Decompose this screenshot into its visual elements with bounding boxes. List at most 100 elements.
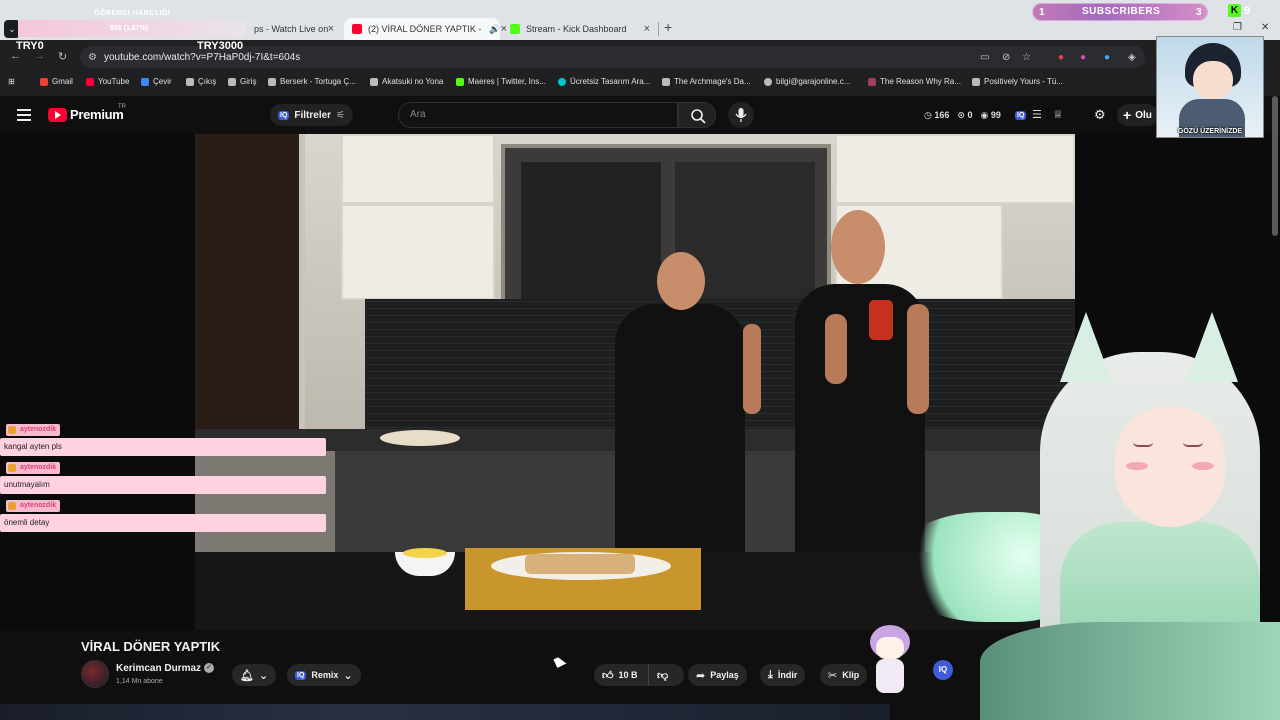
search-placeholder: Ara [410, 109, 426, 120]
bookmark-maeres[interactable]: Maeres | Twitter, Ins... [456, 77, 546, 86]
video-title: VİRAL DÖNER YAPTIK [81, 639, 221, 654]
doner-bread [525, 554, 635, 574]
eye-off-stat: ⊙ 0 [957, 110, 973, 120]
clip-button[interactable]: ✂ Klip [820, 664, 868, 686]
cam-caption: GÖZÜ ÜZERİNİZDE [1177, 128, 1243, 135]
channel-name[interactable]: Kerimcan Durmaz [116, 663, 201, 674]
restore-window-icon[interactable]: ❐ [1233, 22, 1242, 33]
region-code: TR [118, 104, 126, 110]
remix-button[interactable]: IQ Remix ⌄ [287, 664, 361, 686]
share-button[interactable]: ➦ Paylaş [688, 664, 747, 686]
bookmark-cevir[interactable]: Çevir [141, 77, 172, 86]
extension-stats: ◷ 166 ⊙ 0 ◉ 99 [924, 110, 1001, 121]
chat-username: aytenozdik [6, 462, 61, 474]
page-icon [268, 77, 276, 86]
extension-icon[interactable]: ● [1058, 52, 1064, 63]
person-right-arm [825, 314, 847, 384]
bookmark-cikis[interactable]: Çıkış [186, 77, 216, 86]
kick-follower-badge: K 9 [1228, 2, 1250, 19]
list-icon[interactable]: ☰ [1032, 108, 1042, 121]
like-button[interactable]: 👍︎ 10 B [594, 664, 648, 686]
extension-icon[interactable]: ◈ [1128, 52, 1136, 63]
like-count: 10 B [618, 670, 638, 680]
page-scrollbar[interactable] [1272, 96, 1278, 236]
bookmark-giris[interactable]: Giriş [228, 77, 256, 86]
kick-count: 9 [1244, 4, 1251, 17]
tab-youtube-video[interactable]: (2) VİRAL DÖNER YAPTIK - 🔊 × [344, 18, 507, 40]
clock-stat: ◷ 166 [924, 110, 950, 120]
site-info-icon[interactable]: ⚙ [88, 52, 97, 63]
sliders-icon: ⚟ [336, 109, 346, 121]
iq-badge: IQ [278, 110, 290, 120]
bookmark-star-icon[interactable]: ☆ [1022, 52, 1031, 63]
reload-icon[interactable]: ↻ [58, 50, 67, 63]
bookmark-archmage[interactable]: The Archmage's Da... [662, 77, 751, 86]
subscribers-end: 3 [1196, 7, 1202, 18]
notifications-button[interactable]: 🔔︎ ⌄ [232, 664, 277, 686]
iq-extension-icon[interactable]: IQ [1015, 111, 1027, 120]
overlay-currency-left: TRY0 [16, 40, 44, 52]
tab-close-icon[interactable]: × [644, 23, 650, 35]
bookmark-bilgi[interactable]: bilgi@garajonline.c... [764, 77, 850, 86]
gmail-icon [40, 77, 48, 86]
apps-icon[interactable]: ⊞ [8, 77, 15, 86]
stream-chat-overlay: aytenozdik kangal ayten pls aytenozdik u… [0, 422, 330, 536]
share-arrow-icon: ➦ [696, 669, 706, 682]
bookmark-akatsuki[interactable]: Akatsuki no Yona [370, 77, 443, 86]
bookmark-berserk[interactable]: Berserk - Tortuga Ç... [268, 77, 356, 86]
tab-close-icon[interactable]: × [328, 23, 334, 35]
scissors-icon: ✂ [828, 669, 838, 682]
bookmark-gmail[interactable]: Gmail [40, 77, 73, 86]
person-left-arm [743, 324, 761, 414]
tab-kick-live[interactable]: ps - Watch Live on K × [246, 18, 342, 40]
subscribers-label: SUBSCRIBERS [1082, 6, 1161, 17]
lightbulb-icon[interactable]: ♕ [1053, 108, 1063, 121]
plus-icon: + [1123, 107, 1132, 123]
chat-message: aytenozdik önemli detay [0, 498, 330, 536]
clip-label: Klip [842, 670, 860, 680]
search-input[interactable] [398, 102, 678, 128]
streamer-cam-avatar: GÖZÜ ÜZERİNİZDE [1156, 36, 1264, 138]
youtube-logo-icon[interactable] [48, 108, 67, 122]
page-icon [186, 77, 194, 86]
extension-icon[interactable]: ● [1104, 52, 1110, 63]
extension-icon[interactable]: ● [1080, 52, 1086, 63]
menu-icon[interactable] [17, 109, 31, 121]
eye-off-icon[interactable]: ⊘ [1002, 52, 1010, 63]
new-tab-button[interactable]: + [664, 19, 672, 35]
extension-gear-icon[interactable]: ⚙ [1094, 107, 1106, 123]
speaker-icon[interactable]: 🔊 [489, 24, 500, 35]
goal-progress-text: 50$ (1.67%) [110, 25, 149, 32]
chat-text: kangal ayten pls [0, 438, 326, 456]
bookmark-positively[interactable]: Positively Yours - Tü... [972, 77, 1063, 86]
page-icon [662, 77, 670, 86]
cast-icon[interactable]: ▭ [980, 52, 989, 63]
kitchen-cabinet [835, 134, 1075, 204]
bookmark-youtube[interactable]: YouTube [86, 77, 129, 86]
vtuber-avatar [890, 312, 1280, 720]
remix-label: Remix [311, 670, 339, 680]
bookmark-reason[interactable]: The Reason Why Ra... [868, 77, 961, 86]
bookmark-ucretsiz[interactable]: Ücretsiz Tasarım Ara... [558, 77, 650, 86]
overlay-currency-right: TRY3000 [197, 40, 244, 52]
chibi-face [876, 637, 904, 659]
search-button[interactable] [678, 102, 716, 128]
microphone-icon [735, 108, 747, 122]
chat-username: aytenozdik [6, 424, 61, 436]
filters-button[interactable]: IQ Filtreler ⚟ [270, 104, 354, 126]
translate-icon [141, 77, 149, 86]
download-button[interactable]: ⤓ İndir [760, 664, 806, 686]
url-text[interactable]: youtube.com/watch?v=P7HaP0dj-7I&t=604s [104, 52, 300, 63]
chat-message: aytenozdik kangal ayten pls [0, 422, 330, 460]
chibi-body [876, 659, 904, 693]
youtube-logo-text[interactable]: Premium [70, 107, 124, 122]
dislike-button[interactable]: 👎︎ [648, 664, 684, 686]
kitchen-cabinet [341, 204, 495, 300]
voice-search-button[interactable] [728, 102, 754, 128]
channel-avatar[interactable] [81, 660, 109, 688]
kitchen-fridge [195, 134, 305, 430]
create-button[interactable]: + Olu [1117, 104, 1158, 126]
tab-kick-dashboard[interactable]: Stream - Kick Dashboard × [502, 18, 658, 40]
close-window-icon[interactable]: ✕ [1261, 22, 1269, 33]
chevron-down-icon: ⌄ [343, 669, 353, 682]
